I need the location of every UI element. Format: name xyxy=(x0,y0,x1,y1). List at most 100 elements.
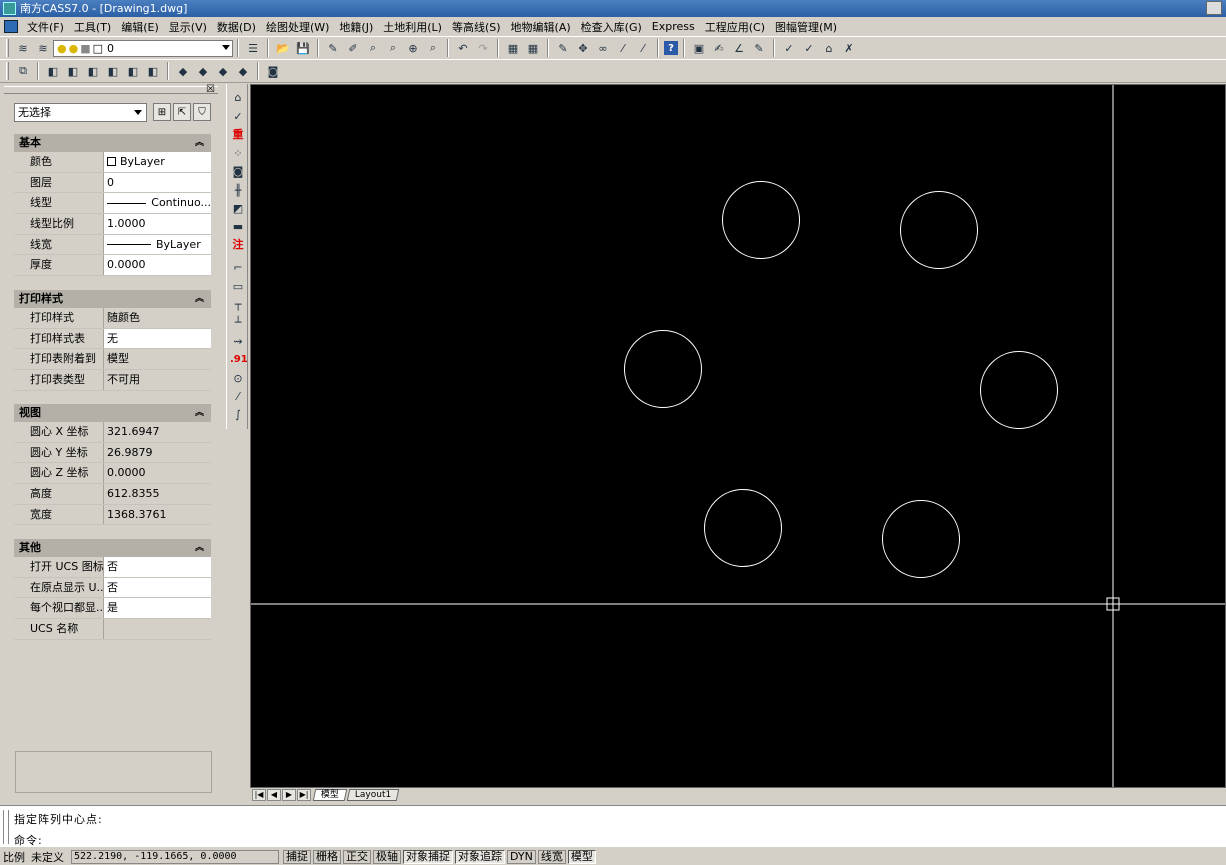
menu-sheet-management[interactable]: 图幅管理(M) xyxy=(770,19,842,35)
step-icon[interactable]: ⌐ xyxy=(230,260,246,276)
document-menu-icon[interactable] xyxy=(4,20,18,33)
menu-tools[interactable]: 工具(T) xyxy=(69,19,116,35)
circle-entity[interactable] xyxy=(882,500,960,578)
property-row[interactable]: 打开 UCS 图标 否 xyxy=(14,557,211,578)
grid-icon[interactable]: ▦ xyxy=(524,39,542,57)
section-header[interactable]: 基本 ︽ xyxy=(14,134,211,152)
snap-toggle[interactable]: 捕捉 xyxy=(283,850,311,864)
coordinates-readout[interactable]: 522.2190, -119.1665, 0.0000 xyxy=(71,850,279,864)
polar-toggle[interactable]: 极轴 xyxy=(373,850,401,864)
last-tab-icon[interactable]: ▶| xyxy=(297,789,311,801)
property-row[interactable]: 线型比例 1.0000 xyxy=(14,214,211,235)
menu-edit[interactable]: 编辑(E) xyxy=(116,19,164,35)
property-row[interactable]: 线型 Continuo... xyxy=(14,193,211,215)
ruler-icon[interactable]: ▬ xyxy=(230,219,246,235)
layer-previous-icon[interactable]: ≋ xyxy=(34,39,52,57)
window-close-button[interactable] xyxy=(1206,1,1222,15)
menu-land-use[interactable]: 土地利用(L) xyxy=(378,19,447,35)
menu-cadastre[interactable]: 地籍(J) xyxy=(334,19,378,35)
sw-iso-icon[interactable]: ◆ xyxy=(174,62,192,80)
move-icon[interactable]: ✥ xyxy=(574,39,592,57)
zoom-in-icon[interactable]: ⊕ xyxy=(404,39,422,57)
match-properties-icon[interactable]: ▦ xyxy=(504,39,522,57)
path-icon[interactable]: ⇝ xyxy=(230,334,246,350)
property-row[interactable]: 打印样式表 无 xyxy=(14,328,211,350)
property-row[interactable]: 圆心 X 坐标 321.6947 xyxy=(14,422,211,443)
check-icon[interactable]: ✓ xyxy=(780,39,798,57)
chart-icon[interactable]: ◩ xyxy=(230,201,246,217)
back-view-icon[interactable]: ◧ xyxy=(144,62,162,80)
property-row[interactable]: 圆心 Y 坐标 26.9879 xyxy=(14,442,211,464)
menu-express[interactable]: Express xyxy=(647,20,700,33)
pen-icon[interactable]: ✐ xyxy=(344,39,362,57)
trim-icon[interactable]: ⁄ xyxy=(614,39,632,57)
elevation-point-icon[interactable]: .91 xyxy=(230,352,248,368)
property-row[interactable]: 厚度 0.0000 xyxy=(14,255,211,277)
zoom-realtime-icon[interactable]: ⌕ xyxy=(364,39,382,57)
collapse-icon[interactable]: ︽ xyxy=(195,134,204,152)
extend-icon[interactable]: ⁄ xyxy=(634,39,652,57)
dyn-toggle[interactable]: DYN xyxy=(507,850,536,864)
collapse-icon[interactable]: ︽ xyxy=(195,290,204,308)
property-row[interactable]: 高度 612.8355 xyxy=(14,484,211,505)
osnap-toggle[interactable]: 对象捕捉 xyxy=(403,850,453,864)
rectangle-icon[interactable]: ▭ xyxy=(230,279,246,295)
comb-icon[interactable]: ┴ xyxy=(230,315,246,331)
tag-icon[interactable]: ⌂ xyxy=(820,39,838,57)
check-icon[interactable]: ✓ xyxy=(230,109,246,125)
first-tab-icon[interactable]: |◀ xyxy=(252,789,266,801)
undo-icon[interactable]: ↶ xyxy=(454,39,472,57)
model-toggle[interactable]: 模型 xyxy=(567,850,596,864)
circle-entity[interactable] xyxy=(624,330,702,408)
save-icon[interactable]: 💾 xyxy=(294,39,312,57)
zoom-previous-icon[interactable]: ⌕ xyxy=(424,39,442,57)
circle-entity[interactable] xyxy=(704,489,782,567)
lineweight-icon[interactable]: ☰ xyxy=(244,39,262,57)
circle-entity[interactable] xyxy=(722,181,800,259)
left-view-icon[interactable]: ◧ xyxy=(84,62,102,80)
measure-icon[interactable]: ✎ xyxy=(750,39,768,57)
help-icon[interactable]: ? xyxy=(664,41,678,55)
remove-tool-icon[interactable]: ✗ xyxy=(840,39,858,57)
angle-icon[interactable]: ∠ xyxy=(730,39,748,57)
draw-icon[interactable]: ✎ xyxy=(554,39,572,57)
collapse-icon[interactable]: ︽ xyxy=(195,539,204,557)
heavy-text-icon[interactable]: 重 xyxy=(230,127,246,143)
quick-select-icon[interactable]: ⛉ xyxy=(193,103,211,121)
check-tool-icon[interactable]: ✓ xyxy=(800,39,818,57)
property-row[interactable]: 打印表类型 不可用 xyxy=(14,370,211,391)
menu-view[interactable]: 显示(V) xyxy=(164,19,212,35)
tab-layout1[interactable]: Layout1 xyxy=(346,789,400,801)
circle-entity[interactable] xyxy=(980,351,1058,429)
named-views-icon[interactable]: ⧉ xyxy=(14,62,32,80)
tab-model[interactable]: 模型 xyxy=(312,789,348,801)
menu-contour[interactable]: 等高线(S) xyxy=(447,19,506,35)
fence-icon[interactable]: ╫ xyxy=(230,183,246,199)
right-view-icon[interactable]: ◧ xyxy=(104,62,122,80)
property-row[interactable]: 打印表附着到 模型 xyxy=(14,349,211,371)
link-icon[interactable]: ∞ xyxy=(594,39,612,57)
select-objects-icon[interactable]: ⇱ xyxy=(173,103,191,121)
property-row[interactable]: 图层 0 xyxy=(14,172,211,194)
layer-manager-icon[interactable]: ≋ xyxy=(14,39,32,57)
prev-tab-icon[interactable]: ◀ xyxy=(267,789,281,801)
property-row[interactable]: 圆心 Z 坐标 0.0000 xyxy=(14,463,211,485)
wall-icon[interactable]: ┬ xyxy=(230,297,246,313)
command-prompt[interactable]: 命令: xyxy=(14,832,43,848)
window-tile-icon[interactable]: ▣ xyxy=(690,39,708,57)
panel-grip[interactable] xyxy=(4,86,218,94)
layer-dropdown[interactable]: ● ● ■ □ 0 xyxy=(53,39,233,57)
open-icon[interactable]: 📂 xyxy=(274,39,292,57)
top-view-icon[interactable]: ◧ xyxy=(44,62,62,80)
otrack-toggle[interactable]: 对象追踪 xyxy=(455,850,505,864)
ne-iso-icon[interactable]: ◆ xyxy=(214,62,232,80)
next-tab-icon[interactable]: ▶ xyxy=(282,789,296,801)
circle-entity[interactable] xyxy=(900,191,978,269)
curve-icon[interactable]: ∫ xyxy=(230,407,246,423)
property-row[interactable]: 打印样式 随颜色 xyxy=(14,308,211,329)
nw-iso-icon[interactable]: ◆ xyxy=(234,62,252,80)
section-header[interactable]: 其他 ︽ xyxy=(14,539,211,557)
se-iso-icon[interactable]: ◆ xyxy=(194,62,212,80)
property-row[interactable]: 宽度 1368.3761 xyxy=(14,504,211,526)
edit-properties-icon[interactable]: ✍ xyxy=(710,39,728,57)
